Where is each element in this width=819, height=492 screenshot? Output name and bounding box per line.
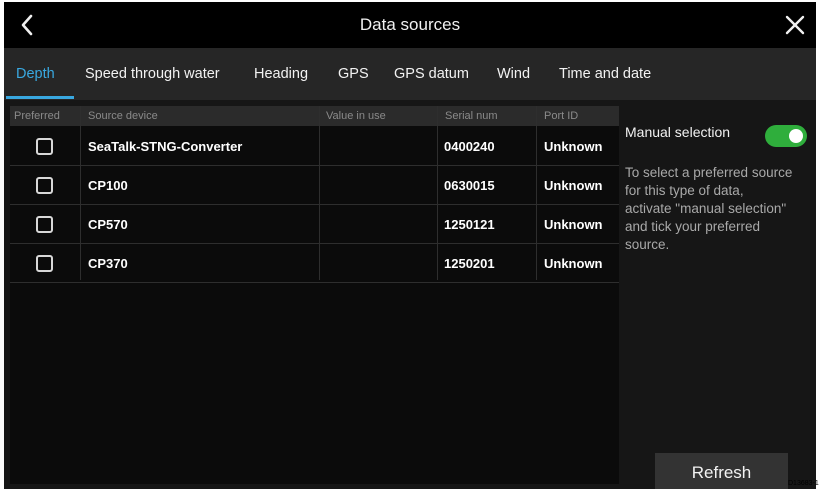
- column-header-preferred: Preferred: [14, 110, 60, 122]
- column-header-port-id: Port ID: [544, 110, 579, 122]
- help-text-line: and tick your preferred: [625, 219, 761, 234]
- help-text-line: for this type of data,: [625, 183, 744, 198]
- help-text-line: To select a preferred source: [625, 165, 793, 180]
- manual-selection-label: Manual selection: [625, 124, 731, 140]
- toggle-knob: [789, 129, 803, 143]
- sources-table: Preferred Source device Value in use Ser…: [10, 106, 619, 484]
- help-text-line: source.: [625, 237, 670, 252]
- preferred-checkbox[interactable]: [36, 255, 53, 272]
- data-sources-dialog: Data sources Depth Speed through water H…: [4, 2, 816, 489]
- port-id-cell: Unknown: [544, 178, 603, 193]
- manual-selection-toggle[interactable]: [765, 125, 807, 147]
- close-button[interactable]: [780, 10, 810, 40]
- serial-num-cell: 0630015: [444, 178, 495, 193]
- port-id-cell: Unknown: [544, 217, 603, 232]
- tab-gps[interactable]: GPS: [338, 48, 369, 100]
- source-device-cell: SeaTalk-STNG-Converter: [88, 139, 243, 154]
- help-text: To select a preferred source for this ty…: [625, 164, 816, 254]
- table-row[interactable]: CP370 1250201 Unknown: [10, 244, 619, 283]
- tab-heading[interactable]: Heading: [254, 48, 308, 100]
- preferred-checkbox[interactable]: [36, 216, 53, 233]
- port-id-cell: Unknown: [544, 256, 603, 271]
- data-type-tabs: Depth Speed through water Heading GPS GP…: [4, 48, 816, 100]
- column-header-source-device: Source device: [88, 110, 158, 122]
- column-header-value-in-use: Value in use: [326, 110, 386, 122]
- header-bar: Data sources: [4, 2, 816, 48]
- serial-num-cell: 1250201: [444, 256, 495, 271]
- tab-speed-through-water[interactable]: Speed through water: [85, 48, 220, 100]
- active-tab-indicator: [6, 96, 74, 99]
- page-title: Data sources: [359, 15, 461, 34]
- manual-selection-panel: Manual selection To select a preferred s…: [625, 106, 816, 489]
- tab-time-and-date[interactable]: Time and date: [559, 48, 651, 100]
- table-row[interactable]: SeaTalk-STNG-Converter 0400240 Unknown: [10, 127, 619, 166]
- tab-depth[interactable]: Depth: [16, 48, 55, 100]
- source-device-cell: CP100: [88, 178, 128, 193]
- tab-wind[interactable]: Wind: [497, 48, 530, 100]
- refresh-button[interactable]: Refresh: [655, 453, 788, 489]
- preferred-checkbox[interactable]: [36, 138, 53, 155]
- help-text-line: activate "manual selection": [625, 201, 787, 216]
- serial-num-cell: 1250121: [444, 217, 495, 232]
- column-header-serial-num: Serial num: [445, 110, 498, 122]
- serial-num-cell: 0400240: [444, 139, 495, 154]
- close-icon: [785, 15, 805, 35]
- tab-gps-datum[interactable]: GPS datum: [394, 48, 469, 100]
- image-code: D13683-1: [788, 480, 819, 487]
- table-header: Preferred Source device Value in use Ser…: [10, 106, 619, 126]
- table-row[interactable]: CP100 0630015 Unknown: [10, 166, 619, 205]
- port-id-cell: Unknown: [544, 139, 603, 154]
- table-row[interactable]: CP570 1250121 Unknown: [10, 205, 619, 244]
- source-device-cell: CP570: [88, 217, 128, 232]
- source-device-cell: CP370: [88, 256, 128, 271]
- preferred-checkbox[interactable]: [36, 177, 53, 194]
